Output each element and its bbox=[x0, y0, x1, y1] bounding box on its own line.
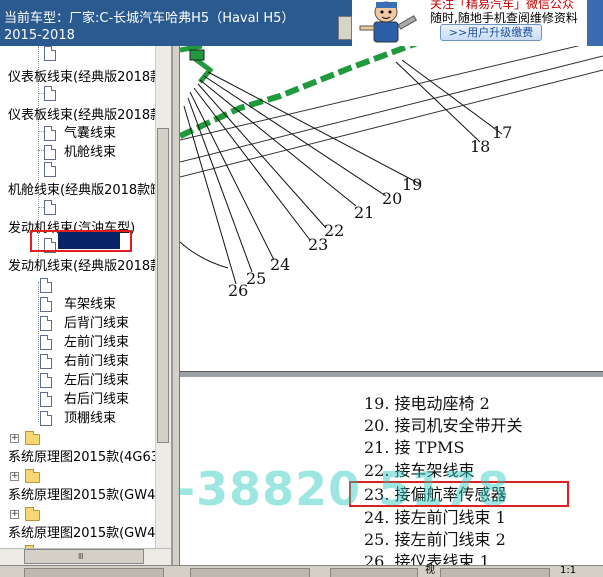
legend-item: 26. 接仪表线束 1 bbox=[364, 552, 490, 565]
vehicle-years: 2015-2018 bbox=[4, 28, 75, 43]
mechanic-mascot-icon bbox=[359, 1, 417, 43]
tree-folder[interactable]: + bbox=[0, 429, 60, 448]
status-segment bbox=[330, 568, 418, 577]
tree-folder[interactable]: + bbox=[0, 505, 60, 524]
tree-folder[interactable]: + bbox=[0, 467, 60, 486]
leader-line bbox=[187, 97, 253, 273]
current-vehicle-label: 当前车型：厂家:C-长城汽车哈弗H5（Haval H5） bbox=[4, 11, 295, 26]
expand-icon[interactable]: + bbox=[10, 434, 19, 443]
legend-item: 22. 接车架线束 bbox=[364, 461, 475, 480]
ad-banner[interactable]: 关注「精易汽车」微信公众 随时,随地手机查阅维修资料 >>用户升级缴费 bbox=[352, 0, 603, 46]
ad-edge bbox=[587, 0, 603, 46]
legend-pane: 19. 接电动座椅 2 20. 接司机安全带开关 21. 接 TPMS 22. … bbox=[180, 377, 603, 565]
legend-item: 25. 接左前门线束 2 bbox=[364, 530, 506, 549]
document-icon bbox=[40, 316, 52, 331]
document-icon bbox=[40, 373, 52, 388]
connector bbox=[189, 49, 205, 61]
document-icon bbox=[44, 200, 56, 215]
document-icon bbox=[44, 86, 56, 101]
leader-line bbox=[203, 75, 387, 197]
tree-hscroll-thumb[interactable] bbox=[24, 549, 144, 564]
legend-item: 19. 接电动座椅 2 bbox=[364, 394, 490, 413]
folder-icon bbox=[25, 431, 40, 445]
legend-item: 20. 接司机安全带开关 bbox=[364, 416, 523, 435]
status-segment bbox=[190, 568, 310, 577]
panel-splitter[interactable] bbox=[172, 46, 180, 565]
status-bar bbox=[0, 565, 603, 577]
callout-17: 17 bbox=[492, 123, 512, 142]
callout-21: 21 bbox=[354, 203, 374, 222]
document-icon bbox=[40, 278, 52, 293]
document-icon bbox=[44, 46, 56, 61]
callout-20: 20 bbox=[382, 189, 402, 208]
callout-25: 25 bbox=[246, 269, 266, 288]
document-icon bbox=[40, 411, 52, 426]
header-button[interactable] bbox=[338, 16, 352, 40]
frame-line bbox=[180, 69, 603, 178]
leader-line bbox=[180, 241, 229, 269]
harness-branch bbox=[180, 46, 203, 53]
leader-line bbox=[197, 83, 327, 229]
document-icon bbox=[40, 392, 52, 407]
status-segment bbox=[24, 568, 164, 577]
leader-line bbox=[207, 71, 421, 185]
status-segment bbox=[440, 568, 550, 577]
annotation-box bbox=[349, 481, 569, 507]
folder-icon bbox=[25, 507, 40, 521]
tree-scroll-thumb[interactable] bbox=[157, 128, 169, 443]
legend-item: 21. 接 TPMS bbox=[364, 438, 465, 457]
status-scale-label: 1:1 bbox=[560, 565, 577, 576]
tree-connector bbox=[38, 282, 39, 422]
callout-18: 18 bbox=[470, 137, 490, 156]
upgrade-payment-button[interactable]: >>用户升级缴费 bbox=[440, 24, 542, 41]
leader-line bbox=[193, 87, 311, 241]
document-icon bbox=[40, 335, 52, 350]
expand-icon[interactable]: + bbox=[10, 472, 19, 481]
document-icon bbox=[44, 162, 56, 177]
document-icon bbox=[40, 354, 52, 369]
leader-line bbox=[395, 61, 481, 143]
diagram-canvas: 17 18 19 20 21 22 23 24 25 26 bbox=[180, 46, 603, 300]
callout-26: 26 bbox=[228, 281, 248, 300]
wiring-diagram[interactable]: 17 18 19 20 21 22 23 24 25 26 bbox=[180, 46, 603, 371]
leader-line bbox=[401, 59, 503, 135]
grip-icon: Ⅲ bbox=[78, 552, 84, 561]
harness-tree: 仪表板线束(经典版2018款 仪表板线束(经典版2018款 气囊线束 机舱线束 … bbox=[0, 46, 172, 565]
callout-23: 23 bbox=[308, 235, 328, 254]
folder-icon bbox=[25, 469, 40, 483]
document-icon bbox=[44, 126, 56, 141]
legend-item: 24. 接左前门线束 1 bbox=[364, 508, 506, 527]
document-icon bbox=[40, 297, 52, 312]
harness-trunk bbox=[180, 46, 418, 139]
callout-24: 24 bbox=[270, 255, 290, 274]
status-view-label: 视 bbox=[425, 565, 435, 576]
callout-19: 19 bbox=[402, 175, 422, 194]
annotation-box bbox=[30, 230, 132, 252]
document-icon bbox=[44, 145, 56, 160]
expand-icon[interactable]: + bbox=[10, 510, 19, 519]
frame-line bbox=[180, 46, 580, 141]
